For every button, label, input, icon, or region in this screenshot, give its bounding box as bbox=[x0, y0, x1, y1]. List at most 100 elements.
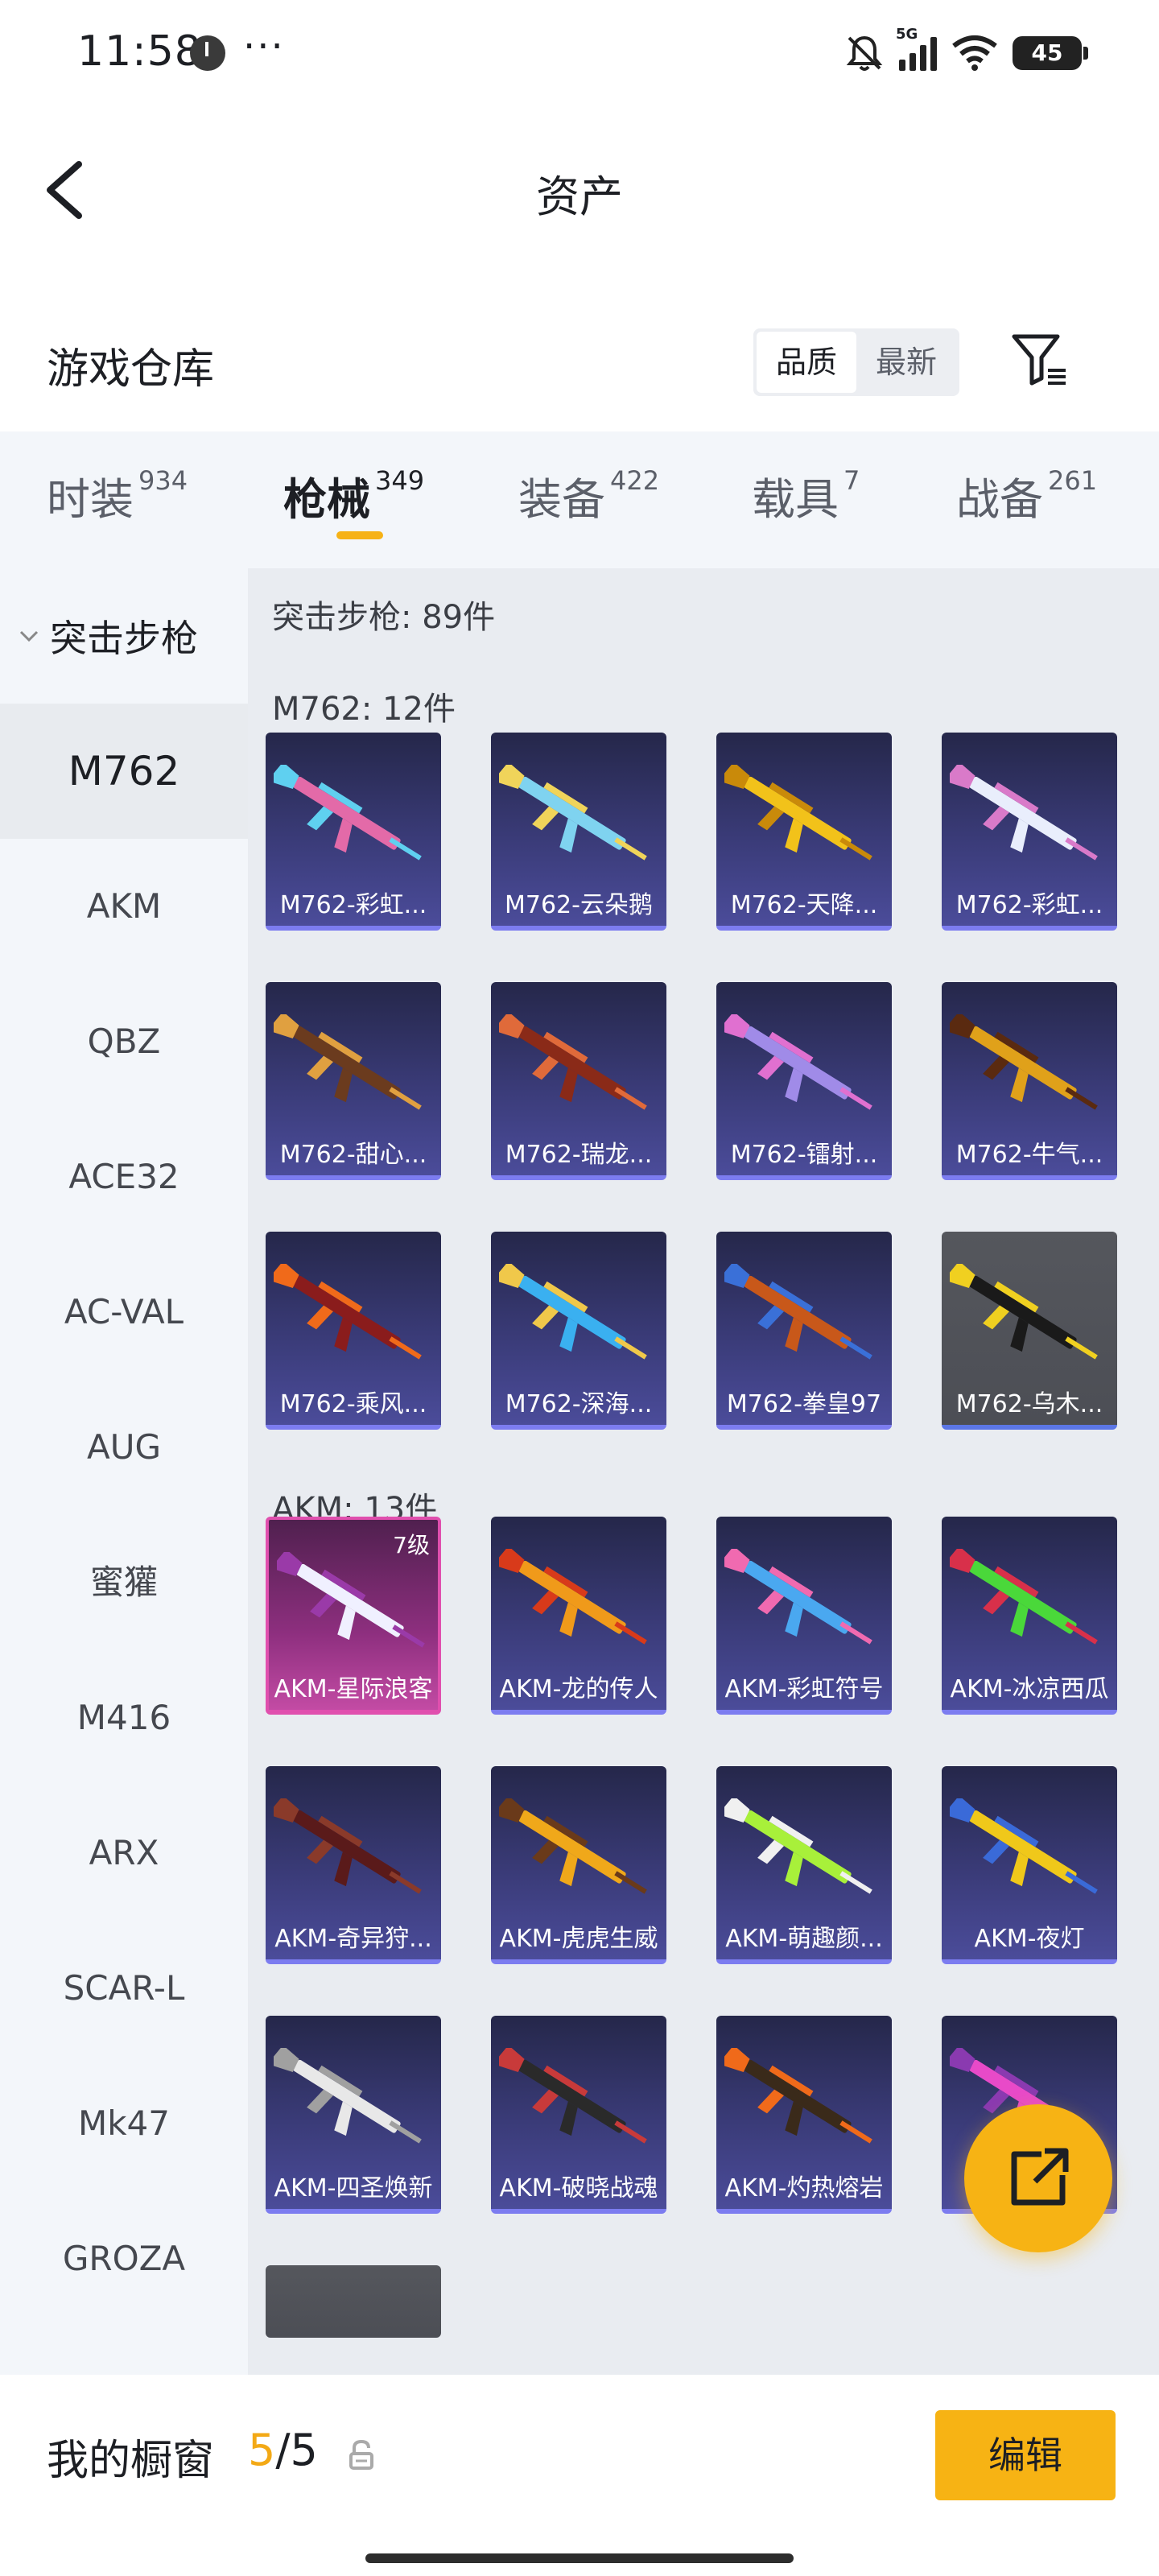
item-card-name: M762-瑞龙... bbox=[505, 1141, 653, 1169]
item-card[interactable]: AKM-灼热熔岩 bbox=[716, 2016, 892, 2214]
item-card[interactable]: M762-乌木... bbox=[942, 1232, 1117, 1430]
sidebar-item-scar-l[interactable]: SCAR-L bbox=[0, 1921, 248, 2056]
item-card-name: AKM-夜灯 bbox=[974, 1925, 1085, 1953]
item-card-name: AKM-奇异狩... bbox=[274, 1925, 432, 1953]
tab-vehicles[interactable]: 载具 7 bbox=[752, 464, 860, 527]
item-card[interactable]: AKM-破晓战魂 bbox=[491, 2016, 666, 2214]
tab-fashion[interactable]: 时装 934 bbox=[47, 464, 188, 527]
item-card-name: M762-乌木... bbox=[955, 1390, 1103, 1418]
tab-label: 枪械 bbox=[283, 474, 370, 525]
section-label-m762: M762: 12件 bbox=[272, 691, 456, 728]
showcase-count-total: /5 bbox=[275, 2425, 318, 2475]
item-card[interactable]: M762-彩虹... bbox=[942, 733, 1117, 931]
showcase-count: 5/5 bbox=[248, 2425, 318, 2475]
sidebar-item-aug[interactable]: AUG bbox=[0, 1380, 248, 1515]
sidebar-item-ace32[interactable]: ACE32 bbox=[0, 1109, 248, 1245]
item-card[interactable]: AKM-四圣焕新 bbox=[266, 2016, 441, 2214]
rifle-icon bbox=[499, 1264, 647, 1360]
item-card[interactable]: M762-牛气... bbox=[942, 982, 1117, 1180]
sidebar-item-groza[interactable]: GROZA bbox=[0, 2191, 248, 2326]
item-card[interactable]: M762-拳皇97 bbox=[716, 1232, 892, 1430]
sidebar-item-arx[interactable]: ARX bbox=[0, 1785, 248, 1921]
rifle-icon bbox=[499, 1549, 647, 1645]
item-card[interactable]: AKM-奇异狩... bbox=[266, 1766, 441, 1964]
item-card[interactable]: M762-甜心... bbox=[266, 982, 441, 1180]
item-card-partial[interactable] bbox=[266, 2265, 441, 2338]
item-card[interactable]: M762-乘风... bbox=[266, 1232, 441, 1430]
item-card[interactable]: M762-彩虹... bbox=[266, 733, 441, 931]
top-header: 资产 bbox=[0, 129, 1159, 250]
sort-quality-option[interactable]: 品质 bbox=[757, 332, 856, 393]
item-card-name: AKM-虎虎生威 bbox=[499, 1925, 658, 1953]
network-type: 5G bbox=[896, 26, 918, 43]
tab-equipment[interactable]: 装备 422 bbox=[518, 464, 659, 527]
sidebar-item-ac-val[interactable]: AC-VAL bbox=[0, 1245, 248, 1380]
wifi-icon bbox=[952, 35, 997, 71]
rifle-icon bbox=[277, 1552, 425, 1648]
rifle-icon bbox=[724, 765, 872, 861]
item-card[interactable]: AKM-冰凉西瓜 bbox=[942, 1517, 1117, 1715]
item-card[interactable]: M762-云朵鹅 bbox=[491, 733, 666, 931]
sidebar-item-akm[interactable]: AKM bbox=[0, 839, 248, 974]
edit-button[interactable]: 编辑 bbox=[935, 2410, 1116, 2500]
item-card-name: M762-云朵鹅 bbox=[505, 891, 653, 919]
item-card-name: M762-天降... bbox=[730, 891, 878, 919]
category-tabs: 时装 934 枪械 349 装备 422 载具 7 战备 261 bbox=[0, 431, 1159, 568]
status-icons: 5G 45 bbox=[844, 26, 1088, 77]
showcase-count-current: 5 bbox=[248, 2425, 276, 2475]
rifle-icon bbox=[724, 1264, 872, 1360]
rifle-icon bbox=[499, 1014, 647, 1110]
sort-newest-option[interactable]: 最新 bbox=[856, 332, 956, 393]
item-card-name: M762-彩虹... bbox=[279, 891, 427, 919]
tab-label: 载具 bbox=[752, 474, 839, 525]
status-time: 11:58 bbox=[77, 27, 202, 76]
tab-supplies[interactable]: 战备 261 bbox=[956, 464, 1097, 527]
sidebar-item-qbz[interactable]: QBZ bbox=[0, 974, 248, 1109]
item-card[interactable]: AKM-夜灯 bbox=[942, 1766, 1117, 1964]
rifle-icon bbox=[950, 1549, 1098, 1645]
item-card-name: AKM-破晓战魂 bbox=[499, 2174, 658, 2202]
item-card[interactable]: AKM-彩虹符号 bbox=[716, 1517, 892, 1715]
item-card[interactable]: M762-镭射... bbox=[716, 982, 892, 1180]
rifle-icon bbox=[724, 1798, 872, 1894]
tab-label: 时装 bbox=[47, 474, 134, 525]
item-card-name: AKM-四圣焕新 bbox=[274, 2174, 433, 2202]
item-card-name: AKM-萌趣颜... bbox=[725, 1925, 883, 1953]
item-card-name: AKM-彩虹符号 bbox=[724, 1675, 884, 1703]
tab-count: 7 bbox=[843, 465, 860, 496]
level-badge: 7级 bbox=[393, 1532, 430, 1558]
tab-count: 261 bbox=[1048, 465, 1098, 496]
item-card[interactable]: AKM-龙的传人 bbox=[491, 1517, 666, 1715]
rifle-icon bbox=[274, 1798, 422, 1894]
share-fab-button[interactable] bbox=[964, 2104, 1112, 2252]
tab-count: 422 bbox=[610, 465, 660, 496]
battery-icon: 45 bbox=[1013, 36, 1088, 70]
rifle-icon bbox=[499, 2048, 647, 2144]
item-card[interactable]: M762-深海... bbox=[491, 1232, 666, 1430]
clock-icon bbox=[190, 35, 225, 71]
home-indicator[interactable] bbox=[365, 2553, 794, 2563]
rifle-icon bbox=[274, 765, 422, 861]
status-bar: 11:58 ··· 5G 45 bbox=[0, 0, 1159, 97]
rifle-icon bbox=[499, 1798, 647, 1894]
filter-icon[interactable] bbox=[1009, 330, 1069, 390]
item-card[interactable]: AKM-萌趣颜... bbox=[716, 1766, 892, 1964]
warehouse-title: 游戏仓库 bbox=[47, 345, 215, 394]
item-card[interactable]: M762-瑞龙... bbox=[491, 982, 666, 1180]
sidebar-item-m416[interactable]: M416 bbox=[0, 1650, 248, 1785]
sidebar-group-assault-rifles[interactable]: 突击步枪 bbox=[0, 568, 248, 704]
item-card[interactable]: AKM-虎虎生威 bbox=[491, 1766, 666, 1964]
sidebar-item-mk47[interactable]: Mk47 bbox=[0, 2056, 248, 2191]
sidebar-item-m762[interactable]: M762 bbox=[0, 704, 248, 839]
category-total-label: 突击步枪: 89件 bbox=[272, 599, 496, 636]
tab-firearms[interactable]: 枪械 349 bbox=[283, 464, 424, 527]
tab-label: 战备 bbox=[956, 474, 1043, 525]
weapon-type-sidebar: 突击步枪 M762 AKM QBZ ACE32 AC-VAL AUG 蜜獾 M4… bbox=[0, 568, 248, 2375]
rifle-icon bbox=[950, 1264, 1098, 1360]
sidebar-item-honey-badger[interactable]: 蜜獾 bbox=[0, 1515, 248, 1650]
showcase-label: 我的橱窗 bbox=[47, 2437, 215, 2485]
cell-signal-icon: 5G bbox=[896, 26, 937, 71]
item-card[interactable]: 7级 AKM-星际浪客 bbox=[266, 1517, 441, 1715]
item-card[interactable]: M762-天降... bbox=[716, 733, 892, 931]
rifle-icon bbox=[950, 1798, 1098, 1894]
